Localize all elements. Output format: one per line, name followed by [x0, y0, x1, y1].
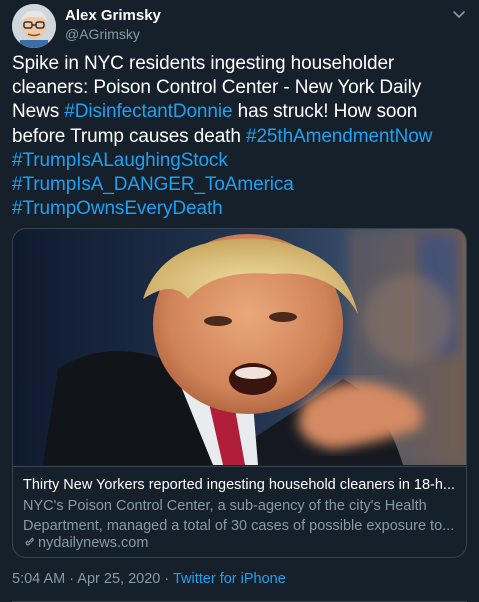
- hashtag-link[interactable]: #TrumpOwnsEveryDeath: [12, 198, 223, 219]
- link-card[interactable]: Thirty New Yorkers reported ingesting ho…: [12, 228, 467, 558]
- tweet-text: Spike in NYC residents ingesting househo…: [12, 52, 468, 221]
- avatar-cartoon-icon: [12, 4, 56, 48]
- user-handle[interactable]: @AGrimsky: [65, 26, 140, 42]
- link-icon: [25, 537, 34, 546]
- card-description: NYC's Poison Control Center, a sub-agenc…: [23, 498, 455, 534]
- hashtag-link[interactable]: #DisinfectantDonnie: [64, 101, 232, 122]
- tweet-meta: 5:04 AM · Apr 25, 2020 · Twitter for iPh…: [12, 571, 286, 587]
- card-domain[interactable]: nydailynews.com: [23, 535, 148, 551]
- hashtag-link[interactable]: #TrumpIsA_DANGER_ToAmerica: [12, 174, 294, 195]
- hashtag-link[interactable]: #TrumpIsALaughingStock: [12, 150, 228, 171]
- tweet-header: Alex Grimsky @AGrimsky: [12, 4, 467, 48]
- card-domain-label[interactable]: nydailynews.com: [38, 535, 148, 551]
- card-body[interactable]: Thirty New Yorkers reported ingesting ho…: [13, 466, 466, 557]
- avatar[interactable]: [12, 4, 56, 48]
- tweet-source[interactable]: Twitter for iPhone: [173, 571, 286, 587]
- meta-separator: ·: [65, 571, 78, 587]
- meta-separator: ·: [160, 571, 173, 587]
- hashtag-link[interactable]: #25thAmendmentNow: [246, 126, 432, 147]
- chevron-down-icon[interactable]: [451, 6, 467, 22]
- tweet-time[interactable]: 5:04 AM: [12, 571, 65, 587]
- tweet-date[interactable]: Apr 25, 2020: [77, 571, 160, 587]
- display-name[interactable]: Alex Grimsky: [65, 7, 161, 24]
- card-title[interactable]: Thirty New Yorkers reported ingesting ho…: [23, 477, 459, 493]
- card-image[interactable]: [13, 229, 466, 465]
